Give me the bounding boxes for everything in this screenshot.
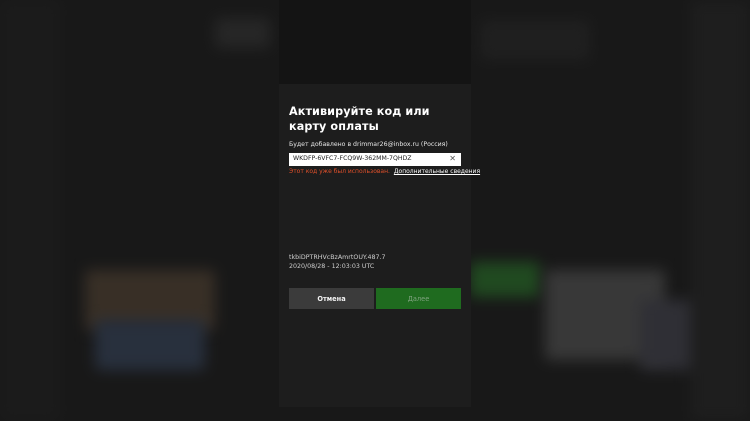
next-button[interactable]: Далее: [376, 288, 461, 309]
xbox-screen: Активируйте код или карту оплаты Будет д…: [0, 0, 750, 421]
account-subtitle: Будет добавлено в drimmar26@inbox.ru (Ро…: [289, 141, 448, 148]
meta-timestamp: 2020/08/28 - 12:03:03 UTC: [289, 263, 375, 270]
error-row: Этот код уже был использован. Дополнител…: [289, 168, 480, 175]
meta-id: tkbiDPTRHVcBzAmrtOUY.487.7: [289, 254, 386, 261]
code-input[interactable]: WKDFP-6VFC7-FCQ9W-362MM-7QHDZ ✕: [289, 153, 461, 166]
dialog-title: Активируйте код или карту оплаты: [289, 105, 430, 133]
code-input-value: WKDFP-6VFC7-FCQ9W-362MM-7QHDZ: [293, 155, 412, 162]
panel-header-area: [279, 0, 471, 84]
redeem-panel: Активируйте код или карту оплаты Будет д…: [279, 0, 480, 407]
meta-info: tkbiDPTRHVcBzAmrtOUY.487.7 2020/08/28 - …: [289, 253, 386, 271]
error-message: Этот код уже был использован.: [289, 168, 390, 175]
cancel-button[interactable]: Отмена: [289, 288, 374, 309]
details-link[interactable]: Дополнительные сведения: [394, 168, 480, 175]
close-icon[interactable]: ✕: [449, 154, 456, 164]
redeem-dialog: Активируйте код или карту оплаты Будет д…: [279, 84, 480, 407]
